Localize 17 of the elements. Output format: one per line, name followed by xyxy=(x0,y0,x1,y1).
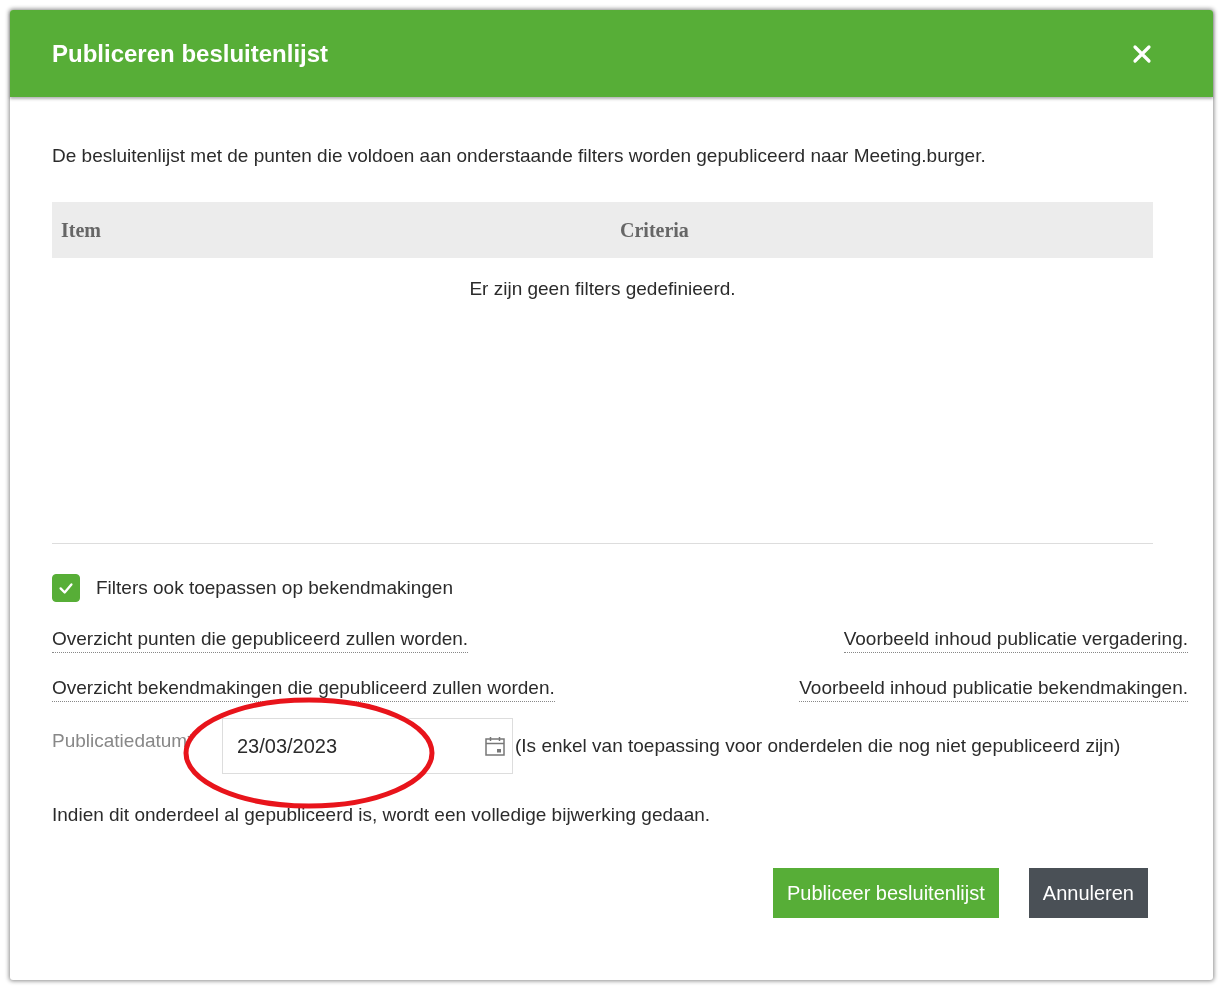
date-field[interactable]: 23/03/2023 xyxy=(222,718,513,774)
column-header: Item xyxy=(60,218,102,242)
field-note: (Is enkel van toepassing voor onderdelen die nog niet gepubliceerd zijn) xyxy=(515,735,1121,757)
link[interactable]: Voorbeeld inhoud publicatie vergadering. xyxy=(843,628,1188,653)
dialog-title: Publiceren besluitenlijst xyxy=(52,39,329,68)
empty-message: Er zijn geen filters gedefinieerd. xyxy=(469,278,736,299)
checkbox-label: Filters ook toepassen op bekendmakingen xyxy=(96,577,453,599)
info-text: Indien dit onderdeel al gepubliceerd is, wordt een volledige bijwerking gedaan. xyxy=(52,804,712,826)
link[interactable]: Overzicht punten die gepubliceerd zullen worden. xyxy=(52,628,469,653)
link[interactable]: Overzicht bekendmakingen die gepubliceerd zullen worden. xyxy=(52,677,555,702)
close-icon[interactable] xyxy=(1132,43,1152,64)
calendar-icon[interactable] xyxy=(484,735,506,757)
cancel-button[interactable]: Annuleren xyxy=(1028,868,1148,918)
column-header: Criteria xyxy=(619,218,689,242)
link[interactable]: Voorbeeld inhoud publicatie bekendmakingen. xyxy=(799,677,1188,702)
intro-text: De besluitenlijst met de punten die voldoen aan onderstaande filters worden gepubliceerd naar Meeting.burger. xyxy=(52,145,987,167)
checkbox[interactable] xyxy=(52,574,80,602)
